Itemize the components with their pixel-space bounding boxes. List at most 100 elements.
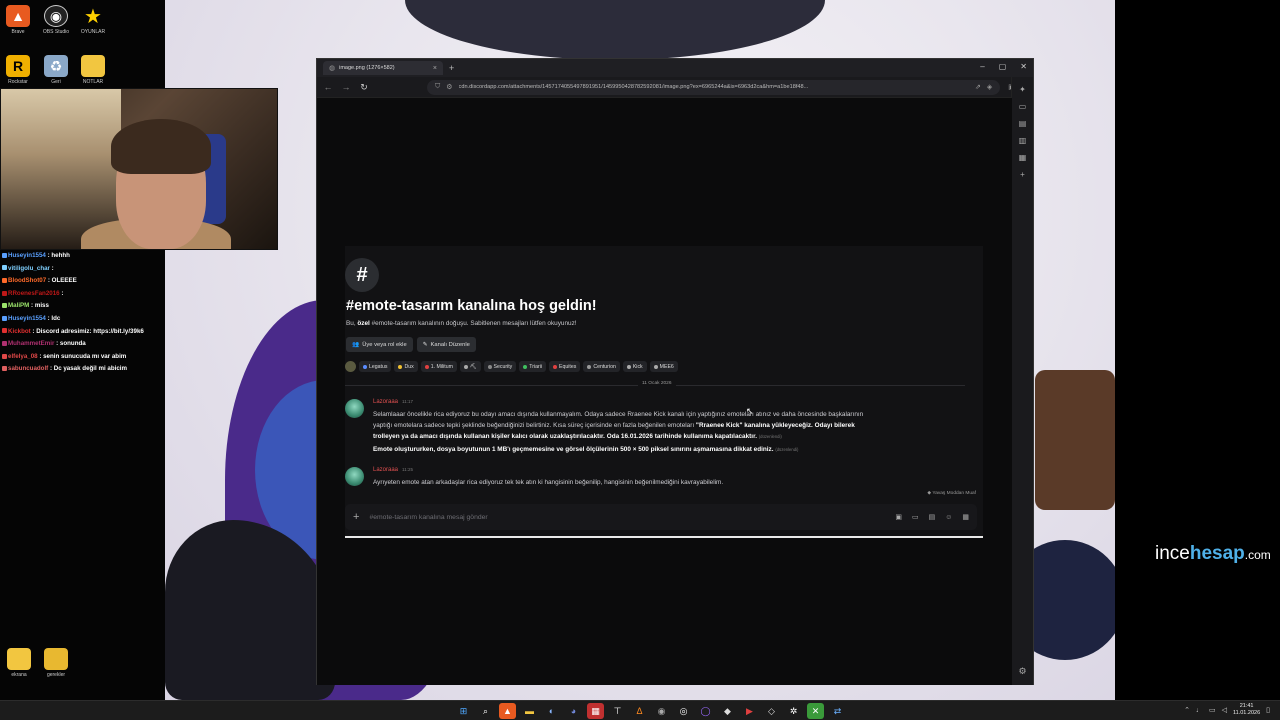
chat-username[interactable]: MaliPM: [8, 302, 29, 309]
browser-tab-bar: ◍ image.png (1276×582) × + – ▢ ✕: [317, 59, 1033, 77]
add-member-button[interactable]: 👥 Üye veya rol ekle: [346, 337, 413, 352]
subtitle-bold: özel: [357, 320, 370, 327]
gear-icon[interactable]: ⚙: [1018, 666, 1026, 677]
role-chip[interactable]: 1. Militum: [420, 361, 457, 372]
desktop-icon-gerekler[interactable]: gerekler: [36, 648, 76, 678]
role-chip[interactable]: MEE6: [649, 361, 678, 372]
apps-icon[interactable]: ▦: [962, 513, 969, 521]
role-name: Legatus: [369, 363, 388, 370]
file-explorer-icon[interactable]: ▬: [521, 703, 538, 719]
bookmark-icon[interactable]: ⛉: [435, 83, 440, 91]
chat-username[interactable]: Huseyin1554: [8, 252, 46, 259]
site-info-icon[interactable]: ⚙: [446, 83, 452, 91]
role-chip[interactable]: ⛏: [459, 361, 481, 372]
desktop-icon-rockstar[interactable]: R Rockstar: [0, 55, 38, 85]
gif-icon[interactable]: ▭: [912, 513, 919, 521]
leo-ai-icon[interactable]: ✦: [1019, 85, 1026, 94]
avatar: [345, 399, 364, 418]
teamviewer-icon[interactable]: ⇄: [829, 703, 846, 719]
close-window-icon[interactable]: ✕: [1020, 62, 1027, 71]
desktop-icon-oyunlar[interactable]: ★ OYUNLAR: [73, 5, 113, 36]
minimize-icon[interactable]: –: [980, 62, 984, 71]
desktop-icon-recycle-bin[interactable]: ♻ Geri: [36, 55, 76, 85]
epic-games-icon[interactable]: ⊤: [609, 703, 626, 719]
chat-username[interactable]: Huseyin1554: [8, 315, 46, 322]
taskbar-clock[interactable]: 21:41 11.01.2026: [1233, 703, 1260, 717]
twitch-icon[interactable]: ◯: [697, 703, 714, 719]
role-chip[interactable]: Dux: [394, 361, 418, 372]
desktop-icon-notlar[interactable]: NOTLAR: [73, 55, 113, 85]
steam-icon[interactable]: ◐: [543, 703, 560, 719]
webcam-person-hair: [111, 119, 211, 174]
message-composer[interactable]: + #emote-tasarım kanalına mesaj gönder ▣…: [345, 504, 977, 530]
chat-username[interactable]: Kickbot: [8, 328, 31, 335]
chat-username[interactable]: elfelya_08: [8, 353, 38, 360]
close-tab-icon[interactable]: ×: [433, 65, 437, 72]
chat-username[interactable]: BloodShot07: [8, 277, 46, 284]
role-chip[interactable]: Kick: [622, 361, 647, 372]
role-chip[interactable]: Security: [483, 361, 517, 372]
role-color-dot: [487, 364, 492, 369]
desktop-icon-brave[interactable]: ▲ Brave: [0, 5, 38, 35]
chat-badge-icon: [2, 353, 7, 359]
wifi-app-icon[interactable]: ◆: [719, 703, 736, 719]
shield-icon[interactable]: ◈: [987, 83, 992, 91]
desktop-icon-obs[interactable]: ◉ OBS Studio: [36, 5, 76, 35]
xbox-icon[interactable]: ✕: [807, 703, 824, 719]
composer-placeholder: #emote-tasarım kanalına mesaj gönder: [369, 513, 488, 521]
chatgpt-icon[interactable]: ✲: [785, 703, 802, 719]
bookmarks-icon[interactable]: ▥: [1019, 136, 1027, 145]
search-icon[interactable]: ⌕: [477, 703, 494, 719]
back-icon[interactable]: ←: [323, 82, 333, 92]
playlist-icon[interactable]: ▤: [1019, 119, 1027, 128]
ubisoft-icon[interactable]: Δ: [631, 703, 648, 719]
media-player-icon[interactable]: ▶: [741, 703, 758, 719]
role-chip[interactable]: Centurion: [583, 361, 620, 372]
discord-screenshot-image: # #emote-tasarım kanalına hoş geldin! Bu…: [345, 246, 983, 538]
chat-username[interactable]: vitiligolu_char: [8, 265, 50, 272]
recycle-bin-icon: ♻: [44, 55, 68, 77]
chat-badge-icon: [2, 303, 7, 309]
role-chip[interactable]: Legatus: [359, 361, 392, 372]
brave-icon[interactable]: ▲: [499, 703, 516, 719]
gift-icon[interactable]: ▣: [895, 513, 902, 521]
share-icon[interactable]: ⇗: [975, 83, 981, 91]
add-panel-icon[interactable]: +: [1020, 170, 1025, 179]
github-icon[interactable]: ◎: [675, 703, 692, 719]
role-chip[interactable]: Triarii: [519, 361, 547, 372]
reading-list-icon[interactable]: ▦: [1019, 153, 1027, 162]
tabs-icon[interactable]: ▭: [1019, 102, 1027, 111]
role-chip[interactable]: Equites: [549, 361, 581, 372]
browser-tab[interactable]: ◍ image.png (1276×582) ×: [323, 61, 443, 75]
message-author: Lazoraaa 11:25: [373, 467, 413, 473]
edit-channel-button[interactable]: ✎ Kanalı Düzenle: [416, 337, 476, 352]
volume-icon[interactable]: ◁: [1222, 706, 1227, 714]
slowmode-exempt-label: ◆ Yavaş Moddan Muaf: [927, 491, 976, 496]
role-color-dot: [523, 364, 528, 369]
vpn-icon[interactable]: ◇: [763, 703, 780, 719]
chat-text: OLEEEE: [51, 277, 77, 285]
desktop-icon-ekrana[interactable]: ekrana: [0, 648, 39, 678]
address-bar[interactable]: ⛉ ⚙ cdn.discordapp.com/attachments/14571…: [427, 79, 1001, 95]
chat-username[interactable]: MuhammetEmir: [8, 340, 54, 347]
sticker-icon[interactable]: ▤: [929, 513, 936, 521]
emoji-icon[interactable]: ☺: [945, 514, 952, 521]
message-bold: Odayı bilerek: [812, 422, 855, 429]
maximize-icon[interactable]: ▢: [999, 62, 1007, 71]
network-icon[interactable]: ▭: [1209, 706, 1216, 714]
calendar-icon[interactable]: ▦: [587, 703, 604, 719]
notification-icon[interactable]: ▯: [1266, 706, 1270, 714]
chat-username[interactable]: sabuncuadolf: [8, 365, 48, 372]
discord-icon[interactable]: ◕: [565, 703, 582, 719]
microphone-icon[interactable]: ♩: [1196, 707, 1203, 714]
reload-icon[interactable]: ↻: [359, 82, 369, 93]
chevron-up-icon[interactable]: ⌃: [1184, 706, 1190, 714]
obs-taskbar-icon[interactable]: ◉: [653, 703, 670, 719]
windows-start-icon[interactable]: ⊞: [455, 703, 472, 719]
chat-text: senin sunucuda mı var abim: [43, 352, 127, 360]
button-label: Kanalı Düzenle: [430, 341, 470, 348]
attach-plus-icon[interactable]: +: [353, 511, 359, 523]
forward-icon[interactable]: →: [341, 82, 351, 92]
new-tab-button[interactable]: +: [449, 63, 454, 73]
chat-username[interactable]: RRoenesFan2016: [8, 290, 60, 297]
